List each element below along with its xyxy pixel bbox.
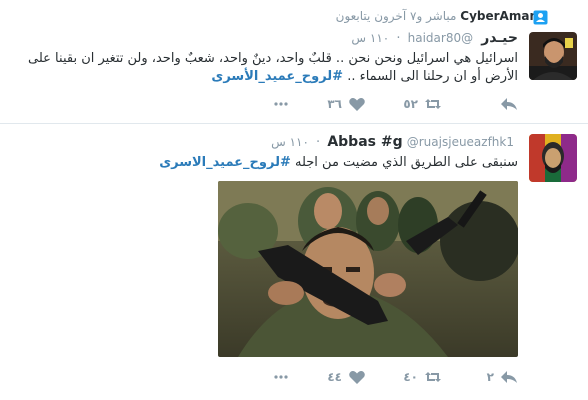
hashtag-link[interactable]: #لروح_عميد_الأسرى [211,69,343,84]
heart-icon [349,371,365,384]
display-name[interactable]: حيـدر [481,30,518,46]
more-icon [274,102,288,106]
avatar[interactable] [529,134,577,182]
reply-icon [501,371,517,383]
tweet-text: اسرائيل هي اسرائيل ونحن نحن .. قلبٌ واحد… [18,50,518,86]
reply-icon [501,98,517,110]
more-button[interactable] [270,96,290,112]
retweet-icon [425,372,441,382]
more-button[interactable] [270,369,290,385]
reply-button[interactable] [442,96,518,112]
tweet-header: Abbas #g @ruajsjeueazfhk1 · ١١٠ س [271,134,518,150]
timestamp[interactable]: ١١٠ س [351,31,389,45]
retweet-icon [425,99,441,109]
tweet-card[interactable]: Abbas #g @ruajsjeueazfhk1 · ١١٠ س سنبقى … [0,124,588,400]
like-count: ٤٤ [327,370,342,384]
tweet-photo[interactable] [218,181,518,357]
like-button[interactable]: ٣٦ [290,96,366,112]
retweet-count: ٥٢ [403,97,418,111]
timeline-feed: CyberAman مباشر و٧ آخرون يتابعون حيـدر @… [0,0,588,400]
tweet-context-line: CyberAman مباشر و٧ آخرون يتابعون [336,9,538,23]
avatar[interactable] [529,32,577,80]
like-button[interactable]: ٤٤ [290,369,366,385]
display-name[interactable]: Abbas #g [327,134,402,150]
context-text: مباشر و٧ آخرون يتابعون [335,9,457,23]
reply-count: ٢ [486,370,494,384]
tweet-actions: ٢ ٤٠ ٤٤ [270,369,518,385]
retweet-button[interactable]: ٥٢ [366,96,442,112]
separator-dot: · [316,135,321,150]
like-count: ٣٦ [327,97,342,111]
tweet-text: سنبقى على الطريق الذي مضيت من اجله #لروح… [18,154,518,172]
tweet-body: سنبقى على الطريق الذي مضيت من اجله [295,155,518,170]
hashtag-link[interactable]: #لروح_عميد_الاسرى [159,155,291,170]
follow-context-icon [533,10,548,25]
retweet-button[interactable]: ٤٠ [366,369,442,385]
tweet-actions: ٥٢ ٣٦ [270,96,518,112]
user-handle[interactable]: @ruajsjeueazfhk1 [407,135,514,149]
heart-icon [349,98,365,111]
reply-button[interactable]: ٢ [442,369,518,385]
more-icon [274,375,288,379]
tweet-header: حيـدر @haidar80 · ١١٠ س [351,30,518,46]
timestamp[interactable]: ١١٠ س [271,135,309,149]
tweet-card[interactable]: CyberAman مباشر و٧ آخرون يتابعون حيـدر @… [0,0,588,124]
retweet-count: ٤٠ [403,370,418,384]
user-handle[interactable]: @haidar80 [408,31,473,45]
separator-dot: · [396,31,401,46]
context-user-link[interactable]: CyberAman [460,9,538,23]
